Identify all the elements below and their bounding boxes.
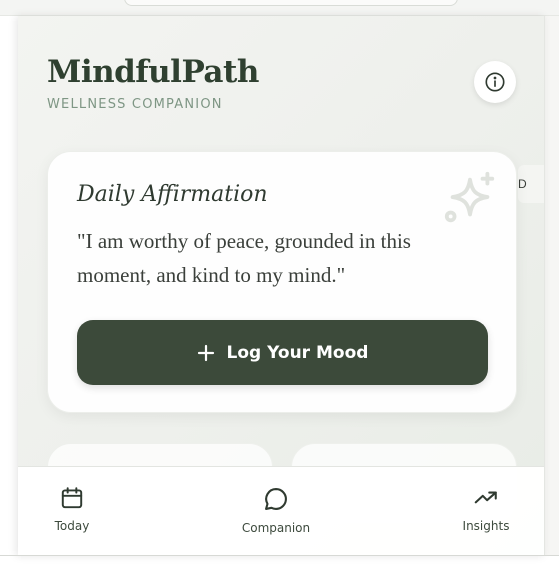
nav-tab-insights[interactable]: Insights	[441, 485, 531, 533]
log-mood-button[interactable]: Log Your Mood	[77, 320, 488, 385]
info-icon	[485, 72, 505, 92]
side-peek-label: D	[518, 177, 527, 191]
info-button[interactable]	[474, 61, 516, 103]
bottom-divider	[0, 555, 559, 556]
bottom-nav: Today Companion Insights	[18, 466, 545, 556]
trend-up-icon	[474, 491, 497, 504]
affirmation-text: "I am worthy of peace, grounded in this …	[77, 229, 411, 287]
chat-bubble-icon	[265, 488, 287, 510]
app-tagline: WELLNESS COMPANION	[47, 97, 223, 112]
side-peek-tab[interactable]: D	[518, 165, 545, 203]
log-mood-label: Log Your Mood	[226, 342, 369, 363]
nav-label-insights: Insights	[462, 519, 510, 533]
nav-tab-today[interactable]: Today	[27, 485, 117, 533]
app-window: MindfulPath WELLNESS COMPANION D Daily A…	[18, 16, 545, 556]
daily-affirmation-card: Daily Affirmation "I am worthy of peace,…	[47, 151, 517, 413]
affirmation-title: Daily Affirmation	[77, 182, 268, 207]
nav-label-today: Today	[54, 519, 90, 533]
right-gutter	[545, 16, 559, 556]
app-brand-title: MindfulPath	[47, 54, 259, 90]
plus-icon	[197, 344, 214, 361]
calendar-icon	[61, 487, 83, 509]
sparkle-icon	[444, 171, 495, 223]
address-bar[interactable]	[124, 0, 458, 6]
nav-label-companion: Companion	[241, 521, 311, 535]
browser-top-strip	[0, 0, 559, 16]
nav-tab-companion[interactable]: Companion	[231, 485, 321, 535]
